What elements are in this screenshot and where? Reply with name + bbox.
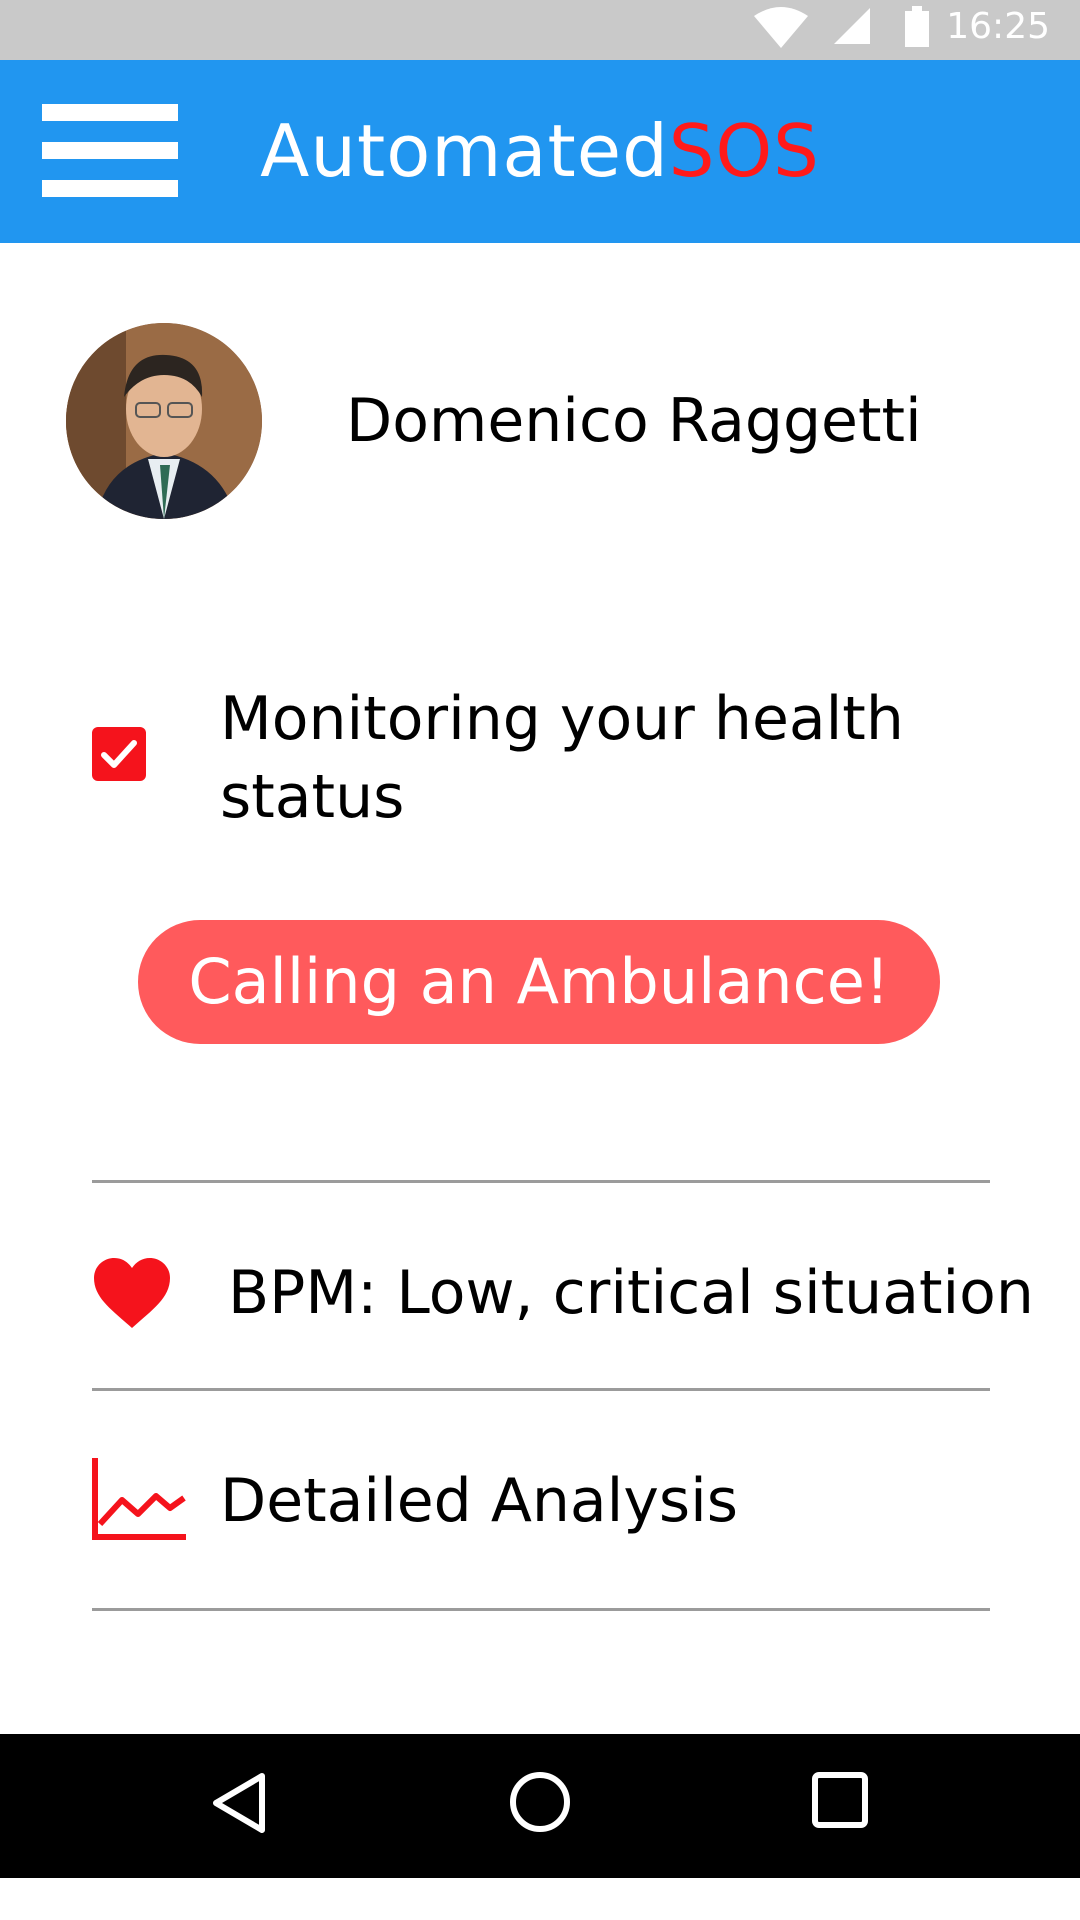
divider	[92, 1608, 990, 1611]
app-title-accent: SOS	[668, 109, 820, 193]
profile-name: Domenico Raggetti	[346, 386, 922, 456]
recents-icon[interactable]	[810, 1770, 870, 1830]
detailed-analysis-link[interactable]: Detailed Analysis	[220, 1466, 738, 1536]
signal-icon	[834, 8, 870, 44]
navigation-bar	[0, 1734, 1080, 1878]
back-icon[interactable]	[208, 1770, 270, 1836]
app-title: AutomatedSOS	[0, 110, 1080, 192]
chart-icon[interactable]	[92, 1458, 188, 1540]
calling-ambulance-button[interactable]: Calling an Ambulance!	[138, 920, 940, 1044]
app-bar: AutomatedSOS	[0, 60, 1080, 243]
status-bar: 16:25	[0, 0, 1080, 60]
battery-icon	[905, 6, 929, 47]
monitoring-label: Monitoring your health status	[220, 684, 904, 832]
check-icon	[101, 740, 137, 768]
divider	[92, 1180, 990, 1183]
divider	[92, 1388, 990, 1391]
app-title-main: Automated	[260, 109, 669, 193]
avatar	[66, 323, 262, 519]
monitoring-checkbox[interactable]	[92, 727, 146, 781]
wifi-icon	[754, 7, 808, 48]
status-time: 16:25	[946, 6, 1050, 47]
home-icon[interactable]	[508, 1770, 572, 1834]
bpm-status: BPM: Low, critical situation	[228, 1258, 1034, 1328]
heart-icon	[94, 1258, 170, 1328]
